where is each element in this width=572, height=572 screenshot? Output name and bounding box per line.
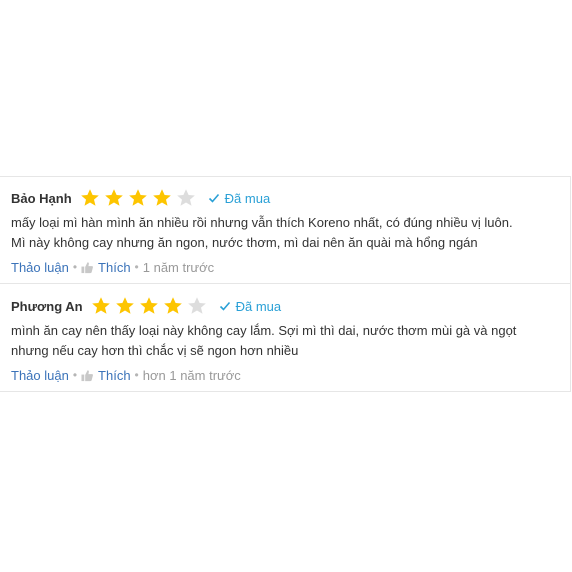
verified-purchase-label: Đã mua bbox=[235, 298, 282, 314]
review-content: mình ăn cay nên thấy loại này không cay … bbox=[11, 321, 560, 361]
star-filled-icon bbox=[152, 189, 171, 206]
like-label: Thích bbox=[98, 259, 131, 275]
star-filled-icon bbox=[163, 297, 182, 314]
star-filled-icon bbox=[139, 297, 158, 314]
star-filled-icon bbox=[115, 297, 134, 314]
review-content-line: mình ăn cay nên thấy loại này không cay … bbox=[11, 323, 517, 338]
review-actions: Thảo luận • Thích • hơn 1 năm trước bbox=[11, 365, 560, 385]
separator-dot: • bbox=[72, 260, 78, 274]
review-author: Bảo Hạnh bbox=[11, 190, 72, 206]
review-time: hơn 1 năm trước bbox=[142, 367, 241, 383]
review-content-line: mấy loại mì hàn mình ăn nhiều rồi nhưng … bbox=[11, 215, 513, 230]
review-actions: Thảo luận • Thích • 1 năm trước bbox=[11, 257, 560, 277]
rating-stars bbox=[91, 296, 211, 316]
like-button[interactable]: Thích bbox=[81, 368, 131, 383]
review-time: 1 năm trước bbox=[142, 259, 215, 275]
thumbs-up-icon bbox=[81, 261, 94, 273]
rating-stars bbox=[80, 188, 200, 208]
review-item: Bảo Hạnh Đã mua mấy loại mì hàn mình ăn … bbox=[0, 177, 570, 284]
separator-dot: • bbox=[134, 260, 139, 274]
star-filled-icon bbox=[91, 297, 110, 314]
review-item: Phương An Đã mua mình ăn cay nên thấy lo… bbox=[0, 284, 570, 392]
star-filled-icon bbox=[128, 189, 147, 206]
like-label: Thích bbox=[98, 367, 131, 383]
like-button[interactable]: Thích bbox=[81, 260, 131, 275]
separator-dot: • bbox=[72, 368, 78, 382]
check-icon bbox=[208, 193, 219, 203]
star-filled-icon bbox=[104, 189, 123, 206]
verified-purchase-badge: Đã mua bbox=[208, 190, 271, 206]
review-list: Bảo Hạnh Đã mua mấy loại mì hàn mình ăn … bbox=[0, 176, 571, 392]
star-empty-icon bbox=[176, 189, 195, 206]
discuss-link[interactable]: Thảo luận bbox=[11, 260, 69, 275]
discuss-link[interactable]: Thảo luận bbox=[11, 368, 69, 383]
separator-dot: • bbox=[134, 368, 139, 382]
verified-purchase-badge: Đã mua bbox=[219, 298, 282, 314]
review-author: Phương An bbox=[11, 298, 83, 314]
verified-purchase-label: Đã mua bbox=[224, 190, 271, 206]
review-content-line: Mì này không cay nhưng ăn ngon, nước thơ… bbox=[11, 235, 478, 250]
star-filled-icon bbox=[80, 189, 99, 206]
review-header: Phương An Đã mua bbox=[11, 293, 560, 319]
check-icon bbox=[219, 301, 230, 311]
review-content: mấy loại mì hàn mình ăn nhiều rồi nhưng … bbox=[11, 213, 560, 253]
review-header: Bảo Hạnh Đã mua bbox=[11, 185, 560, 211]
review-content-line: nhưng nếu cay hơn thì chắc vị sẽ ngon hơ… bbox=[11, 343, 299, 358]
thumbs-up-icon bbox=[81, 369, 94, 381]
star-empty-icon bbox=[187, 297, 206, 314]
